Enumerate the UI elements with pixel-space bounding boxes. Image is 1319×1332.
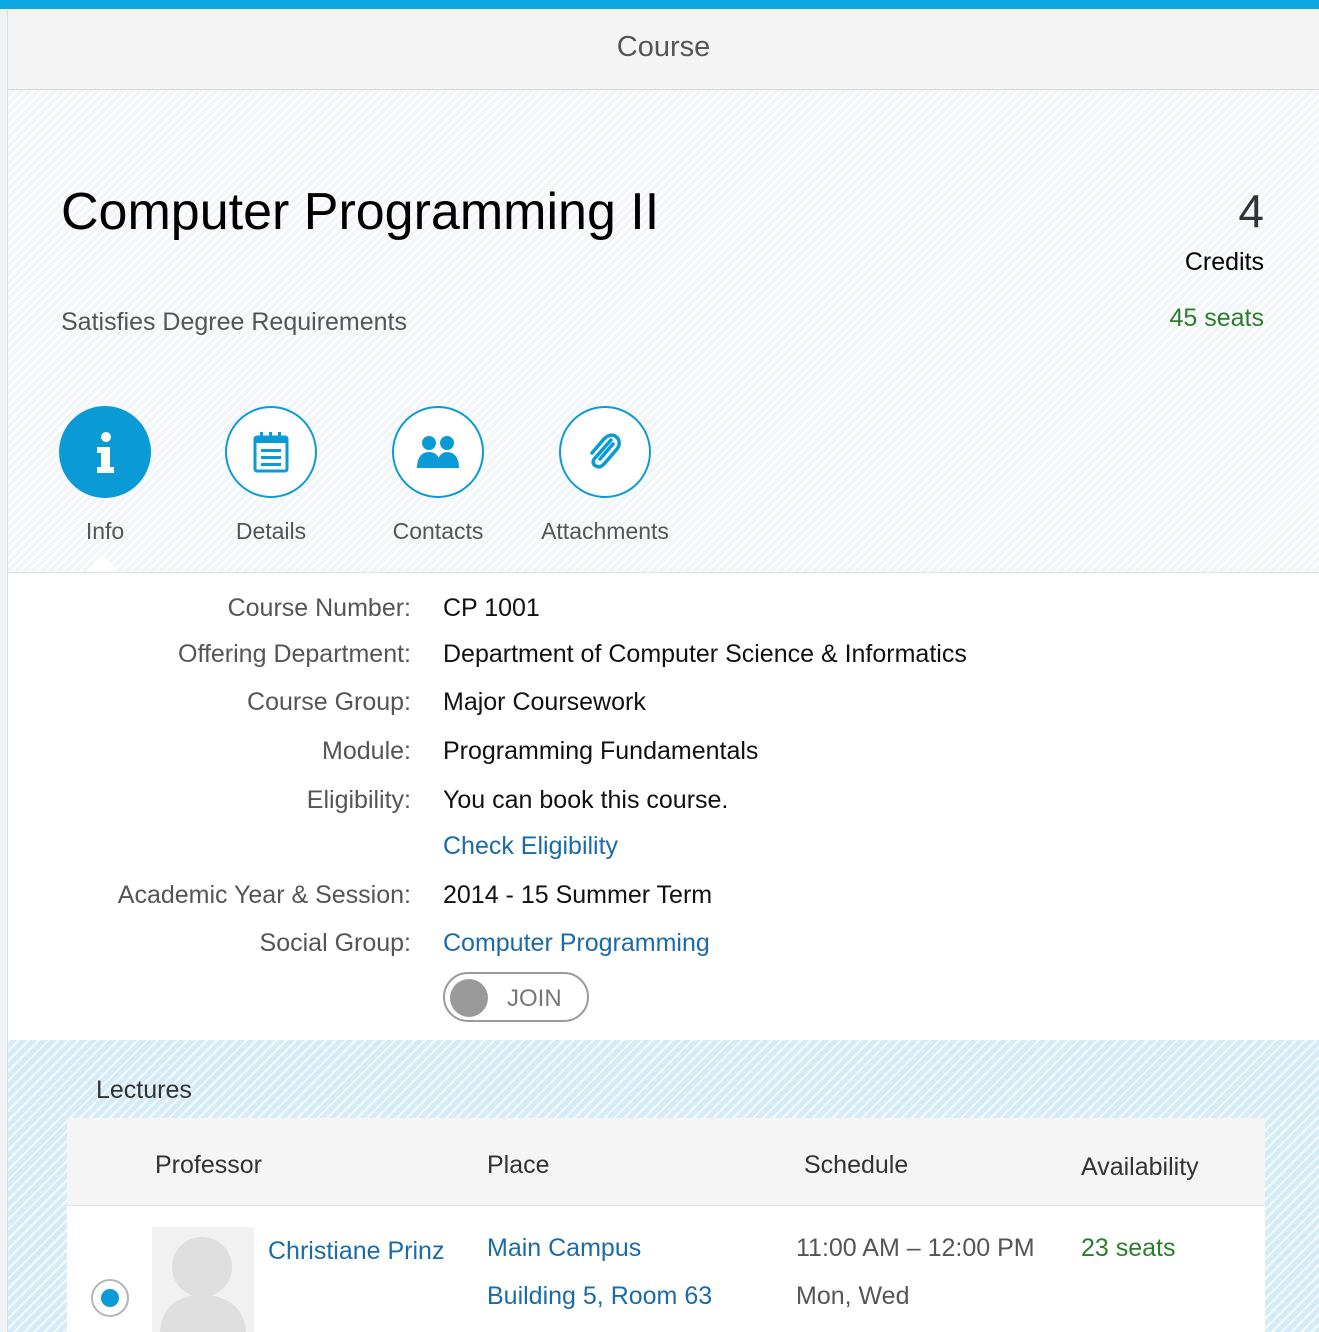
- radio-selected-dot: [101, 1289, 119, 1307]
- eligibility-label: Eligibility:: [306, 786, 411, 814]
- paperclip-icon: [559, 406, 651, 498]
- credits-value: 4: [1238, 185, 1264, 237]
- department-label: Offering Department:: [178, 640, 411, 668]
- tab-info[interactable]: Info: [30, 406, 180, 545]
- professor-link[interactable]: Christiane Prinz: [268, 1237, 444, 1266]
- field-course-group: Course Group: Major Coursework: [8, 688, 1319, 728]
- left-edge-panel: [0, 9, 8, 1332]
- calendar-list-icon: [225, 406, 317, 498]
- course-seats: 45 seats: [1169, 304, 1264, 332]
- eligibility-value: You can book this course.: [443, 786, 729, 814]
- lecture-select-radio[interactable]: [91, 1279, 129, 1317]
- credits-label: Credits: [1184, 248, 1264, 276]
- field-eligibility: Eligibility: You can book this course.: [8, 786, 1319, 826]
- tab-details[interactable]: Details: [196, 406, 346, 545]
- academic-year-value: 2014 - 15 Summer Term: [443, 881, 713, 909]
- course-number-value: CP 1001: [443, 594, 540, 622]
- info-form: Course Number: CP 1001 Offering Departme…: [8, 574, 1319, 1040]
- lectures-table: Professor Place Schedule Availability Ch…: [67, 1118, 1265, 1332]
- module-value: Programming Fundamentals: [443, 737, 759, 765]
- field-module: Module: Programming Fundamentals: [8, 737, 1319, 777]
- tab-info-label: Info: [85, 518, 125, 544]
- column-header-place: Place: [487, 1151, 550, 1179]
- active-tab-pointer: [86, 555, 118, 571]
- object-header: Computer Programming II 4 Credits 45 sea…: [8, 90, 1319, 573]
- column-header-professor: Professor: [155, 1151, 262, 1179]
- department-value: Department of Computer Science & Informa…: [443, 640, 967, 668]
- tab-details-label: Details: [235, 518, 307, 544]
- social-group-link[interactable]: Computer Programming: [443, 929, 710, 958]
- toggle-knob: [450, 979, 488, 1017]
- availability-seats: 23 seats: [1081, 1234, 1176, 1262]
- schedule-days: Mon, Wed: [796, 1282, 910, 1310]
- tab-contacts-label: Contacts: [392, 518, 484, 544]
- tab-attachments[interactable]: Attachments: [530, 406, 680, 545]
- field-academic-year: Academic Year & Session: 2014 - 15 Summe…: [8, 881, 1319, 921]
- column-header-availability: Availability: [1081, 1153, 1199, 1181]
- field-social-group: Social Group: Computer Programming: [8, 929, 1319, 969]
- table-row[interactable]: Christiane Prinz Main Campus Building 5,…: [67, 1207, 1265, 1332]
- field-check-eligibility: Check Eligibility: [8, 832, 1319, 872]
- place-room-link[interactable]: Building 5, Room 63: [487, 1282, 712, 1311]
- module-label: Module:: [322, 737, 411, 765]
- top-accent-bar: [0, 0, 1319, 9]
- info-icon: [59, 406, 151, 498]
- course-number-label: Course Number:: [227, 594, 411, 622]
- page-header: Course: [8, 9, 1319, 90]
- field-course-number: Course Number: CP 1001: [8, 594, 1319, 634]
- social-group-label: Social Group:: [259, 929, 411, 957]
- course-subtitle: Satisfies Degree Requirements: [61, 308, 407, 336]
- column-header-schedule: Schedule: [804, 1151, 909, 1179]
- academic-year-label: Academic Year & Session:: [117, 881, 411, 909]
- check-eligibility-link[interactable]: Check Eligibility: [443, 832, 618, 861]
- tab-contacts[interactable]: Contacts: [363, 406, 513, 545]
- course-title: Computer Programming II: [61, 183, 660, 241]
- page-title: Course: [616, 31, 711, 63]
- table-header: Professor Place Schedule Availability: [67, 1118, 1265, 1206]
- tab-attachments-label: Attachments: [541, 518, 669, 544]
- lectures-title: Lectures: [96, 1076, 192, 1104]
- place-campus-link[interactable]: Main Campus: [487, 1234, 641, 1263]
- lectures-section: Lectures Professor Place Schedule Availa…: [8, 1040, 1319, 1332]
- course-group-value: Major Coursework: [443, 688, 646, 716]
- group-icon: [392, 406, 484, 498]
- schedule-time: 11:00 AM – 12:00 PM: [796, 1234, 1035, 1262]
- join-toggle[interactable]: JOIN: [443, 972, 589, 1022]
- course-group-label: Course Group:: [247, 688, 411, 716]
- field-department: Offering Department: Department of Compu…: [8, 640, 1319, 680]
- join-toggle-label: JOIN: [507, 985, 562, 1012]
- avatar: [152, 1227, 254, 1332]
